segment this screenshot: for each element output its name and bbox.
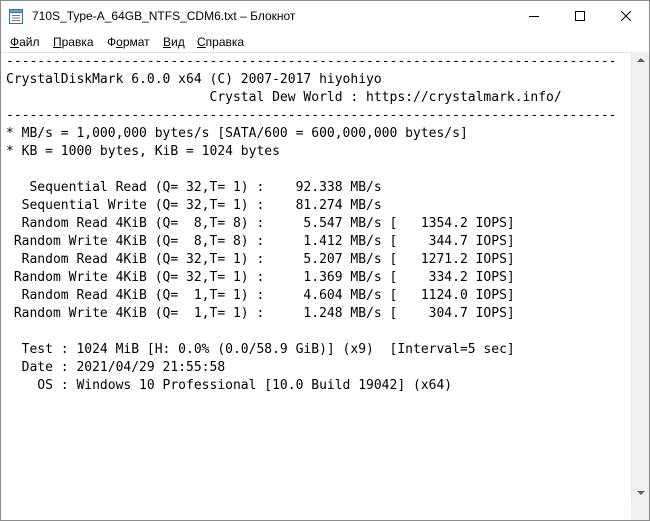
text-line: Crystal Dew World : https://crystalmark.…	[209, 90, 562, 105]
text-line: Date : 2021/04/29 21:55:58	[21, 360, 226, 375]
maximize-icon	[575, 8, 585, 26]
text-line: * KB = 1000 bytes, KiB = 1024 bytes	[6, 144, 280, 159]
text-line: Random Write 4KiB (Q= 32,T= 1) : 1.369 M…	[13, 270, 515, 285]
menu-help-accel: С	[197, 35, 206, 49]
text-line: OS : Windows 10 Professional [10.0 Build…	[37, 378, 453, 393]
text-line: Random Write 4KiB (Q= 1,T= 1) : 1.248 MB…	[13, 306, 515, 321]
text-line: Test : 1024 MiB [H: 0.0% (0.0/58.9 GiB)]…	[21, 342, 515, 357]
text-line: Sequential Read (Q= 32,T= 1) : 92.338 MB…	[29, 180, 382, 195]
close-button[interactable]	[603, 1, 649, 32]
menu-file-accel: Ф	[10, 35, 20, 49]
menu-edit-accel: П	[53, 35, 62, 49]
text-line: * MB/s = 1,000,000 bytes/s [SATA/600 = 6…	[6, 126, 468, 141]
menu-format[interactable]: Формат	[107, 35, 150, 49]
menu-help-label: правка	[205, 35, 245, 49]
text-line: Random Write 4KiB (Q= 8,T= 8) : 1.412 MB…	[13, 234, 515, 249]
text-line: ----------------------------------------…	[6, 54, 617, 69]
vertical-scrollbar[interactable]	[631, 52, 649, 502]
menu-edit-label: равка	[61, 35, 94, 49]
notepad-window: 710S_Type-A_64GB_NTFS_CDM6.txt – Блокнот…	[0, 0, 650, 521]
menu-view[interactable]: Вид	[163, 35, 185, 49]
text-line: Random Read 4KiB (Q= 1,T= 1) : 4.604 MB/…	[21, 288, 515, 303]
document-text[interactable]: ----------------------------------------…	[6, 53, 616, 395]
menu-help[interactable]: Справка	[197, 35, 244, 49]
minimize-button[interactable]	[511, 1, 557, 32]
window-title: 710S_Type-A_64GB_NTFS_CDM6.txt – Блокнот	[32, 9, 296, 23]
size-grip[interactable]	[631, 502, 649, 520]
scroll-up-arrow-icon[interactable]	[637, 58, 645, 62]
notepad-icon[interactable]	[9, 8, 23, 24]
menu-bar: Файл Правка Формат Вид Справка	[1, 32, 649, 52]
minimize-icon	[529, 8, 539, 26]
maximize-button[interactable]	[557, 1, 603, 32]
text-line: CrystalDiskMark 6.0.0 x64 (C) 2007-2017 …	[6, 72, 382, 87]
menu-edit[interactable]: Правка	[53, 35, 94, 49]
text-line: Random Read 4KiB (Q= 8,T= 8) : 5.547 MB/…	[21, 216, 515, 231]
text-line: Sequential Write (Q= 32,T= 1) : 81.274 M…	[21, 198, 382, 213]
menu-format-label-start: Ф	[107, 35, 117, 49]
text-line: Random Read 4KiB (Q= 32,T= 1) : 5.207 MB…	[21, 252, 515, 267]
title-bar[interactable]: 710S_Type-A_64GB_NTFS_CDM6.txt – Блокнот	[1, 1, 649, 32]
menu-file-label: айл	[19, 35, 40, 49]
menu-format-label-end: рмат	[122, 35, 150, 49]
menu-view-accel: В	[163, 35, 172, 49]
scroll-down-arrow-icon[interactable]	[637, 491, 645, 495]
text-editor[interactable]: ----------------------------------------…	[1, 52, 631, 520]
menu-file[interactable]: Файл	[10, 35, 40, 49]
menu-format-accel: о	[116, 35, 123, 49]
menu-view-label: ид	[171, 35, 185, 49]
close-icon	[620, 8, 632, 26]
text-line: ----------------------------------------…	[6, 108, 617, 123]
